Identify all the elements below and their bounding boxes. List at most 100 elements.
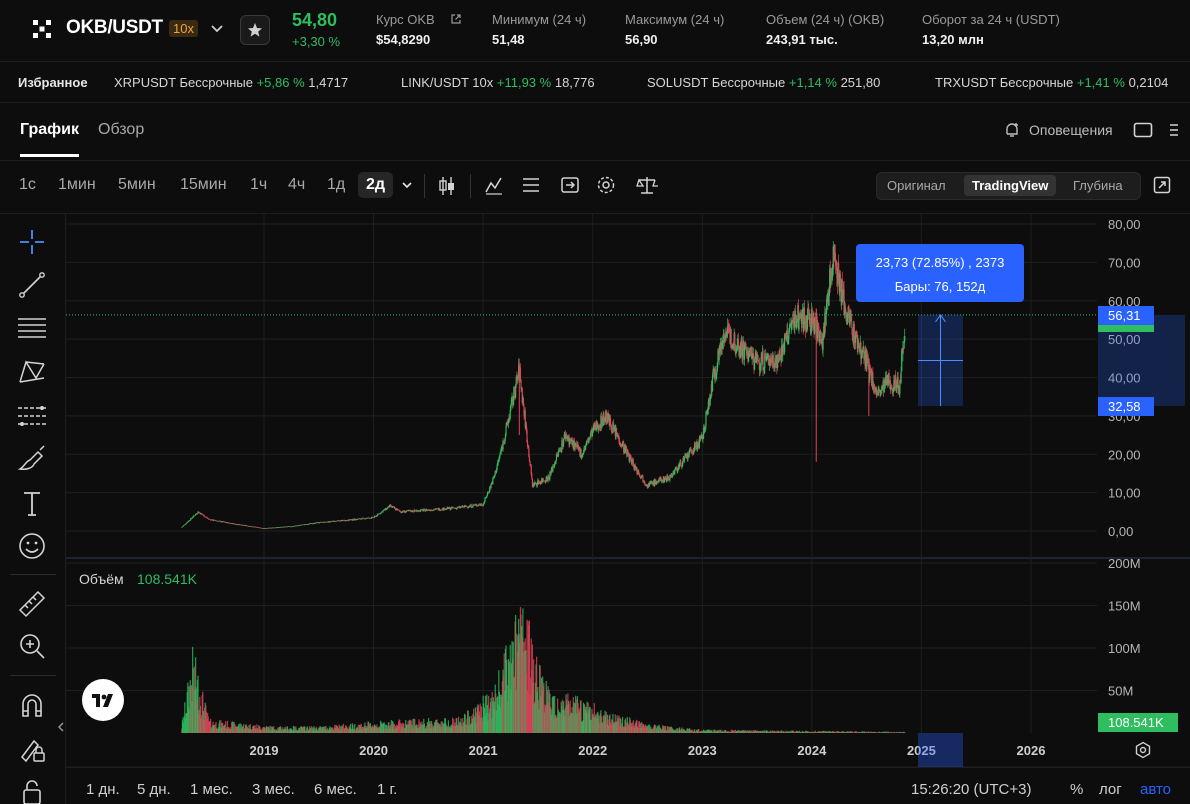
volume-bars xyxy=(181,607,906,734)
candle-body xyxy=(839,274,842,286)
candle-body xyxy=(674,469,676,475)
candle-body xyxy=(542,478,544,481)
candle-body xyxy=(354,518,356,520)
candle-body xyxy=(644,481,646,484)
price-candles xyxy=(181,241,906,529)
candle-body xyxy=(486,495,488,498)
measure-top-label: 56,31 xyxy=(1098,306,1154,325)
candle-body xyxy=(838,263,840,273)
time-tick-label: 2023 xyxy=(688,743,717,758)
price-tick-label: 70,00 xyxy=(1108,255,1141,270)
candle-body xyxy=(519,367,522,380)
auto-toggle[interactable]: авто xyxy=(1140,781,1171,798)
volume-bar xyxy=(904,732,906,733)
volume-tick-label: 150M xyxy=(1108,599,1141,614)
candle-body xyxy=(505,425,507,435)
candle-body xyxy=(181,527,183,528)
volume-value: 108.541K xyxy=(137,571,197,587)
last-price-marker xyxy=(1098,325,1154,332)
measure-bottom-label: 32,58 xyxy=(1098,397,1154,416)
candle-body xyxy=(444,509,446,511)
candle-body xyxy=(382,510,384,513)
candle-body xyxy=(770,356,773,361)
candle-body xyxy=(476,504,478,506)
range-1d[interactable]: 1 дн. xyxy=(86,781,120,798)
candle-body xyxy=(503,440,505,444)
time-tick-label: 2020 xyxy=(359,743,388,758)
volume-label: Объём xyxy=(79,571,124,587)
candle-body xyxy=(496,466,498,471)
price-tick-label: 80,00 xyxy=(1108,217,1141,232)
measure-bars: Бары: 76, 152д xyxy=(894,279,986,294)
percent-toggle[interactable]: % xyxy=(1070,781,1083,798)
candle-body xyxy=(531,474,533,479)
candle-body xyxy=(193,515,196,517)
volume-price-label: 108.541K xyxy=(1098,713,1178,732)
range-1m[interactable]: 1 мес. xyxy=(190,781,233,798)
tradingview-logo-icon xyxy=(92,694,113,707)
candle-body xyxy=(753,359,756,370)
candle-body xyxy=(632,460,634,467)
candle-body xyxy=(808,307,810,314)
candle-body xyxy=(405,511,407,513)
clock-timezone[interactable]: 15:26:20 (UTC+3) xyxy=(911,781,1031,798)
candle-body xyxy=(398,509,400,511)
chart-settings-icon[interactable] xyxy=(1134,741,1152,759)
volume-tick-label: 100M xyxy=(1108,641,1141,656)
candle-body xyxy=(590,433,592,437)
chart-overlay xyxy=(66,314,1185,767)
candle-body xyxy=(730,329,732,349)
range-6m[interactable]: 6 мес. xyxy=(314,781,357,798)
candle-body xyxy=(234,523,236,525)
range-5d[interactable]: 5 дн. xyxy=(137,781,171,798)
time-tick-label: 2026 xyxy=(1017,743,1046,758)
candle-body xyxy=(896,384,898,388)
tradingview-logo[interactable] xyxy=(82,679,124,721)
candle-body xyxy=(762,351,764,370)
candle-body xyxy=(510,399,513,405)
volume-tick-label: 200M xyxy=(1108,556,1141,571)
candle-body xyxy=(450,508,452,510)
candle-body xyxy=(611,427,613,433)
price-tick-label: 0,00 xyxy=(1108,524,1133,539)
candle-body xyxy=(639,475,641,478)
candle-body xyxy=(788,328,791,332)
volume-tick-label: 50M xyxy=(1108,684,1133,699)
candle-body xyxy=(605,411,607,422)
candle-body xyxy=(681,466,683,468)
time-tick-label: 2024 xyxy=(797,743,827,758)
candle-body xyxy=(186,523,188,524)
time-tick-label: 2019 xyxy=(250,743,279,758)
candle-body xyxy=(499,453,501,457)
range-3m[interactable]: 3 мес. xyxy=(252,781,295,798)
candle-body xyxy=(851,328,854,340)
time-tick-label: 2022 xyxy=(578,743,607,758)
candle-body xyxy=(203,515,205,517)
time-tick-label: 2021 xyxy=(469,743,498,758)
price-tick-label: 20,00 xyxy=(1108,447,1141,462)
candle-body xyxy=(678,463,681,468)
measure-time-band xyxy=(918,733,963,767)
trading-app: { "header": { "pair": "OKB/USDT", "lever… xyxy=(0,0,1190,804)
candle-body xyxy=(353,520,355,521)
candle-body xyxy=(696,445,699,449)
candle-body xyxy=(900,371,902,383)
candle-body xyxy=(741,349,744,358)
bottom-divider xyxy=(66,767,1190,768)
price-chart[interactable]: 80,0070,0060,0050,0040,0030,0020,0010,00… xyxy=(0,0,1190,804)
candle-body xyxy=(439,510,441,511)
candle-body xyxy=(904,336,906,341)
log-toggle[interactable]: лог xyxy=(1099,781,1122,798)
candle-body xyxy=(668,477,670,480)
candle-body xyxy=(484,497,486,502)
candle-body xyxy=(473,504,475,506)
range-1y[interactable]: 1 г. xyxy=(377,781,397,798)
candle-body xyxy=(533,484,535,487)
candle-body xyxy=(387,507,389,509)
measure-tooltip: 23,73 (72.85%) , 2373 Бары: 76, 152д xyxy=(856,244,1024,302)
candle-body xyxy=(513,387,516,395)
measure-change: 23,73 (72.85%) , 2373 xyxy=(875,255,1005,270)
candle-body xyxy=(563,438,565,445)
candle-body xyxy=(214,519,217,521)
candle-body xyxy=(877,390,879,396)
